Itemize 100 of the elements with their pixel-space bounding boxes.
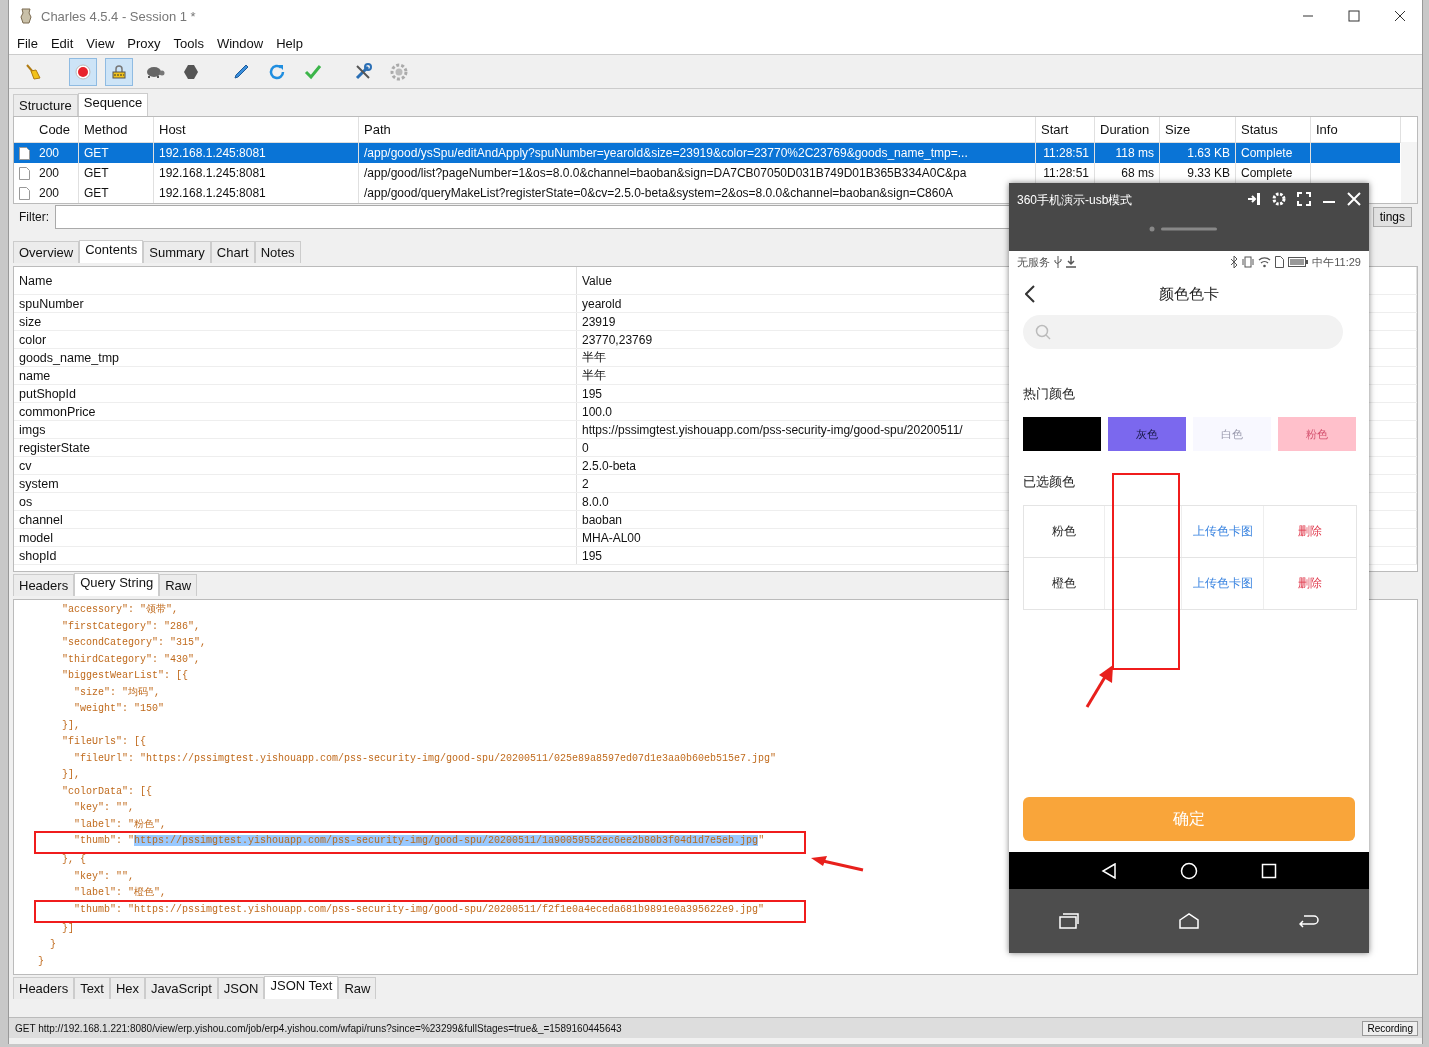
table-cell: /app/good/ysSpu/editAndApply?spuNumber=yearold&size=23919&color=23770%2C23769&goods_name_tmp=...: [364, 146, 968, 160]
back-icon[interactable]: [1025, 285, 1035, 303]
settings-icon[interactable]: [1272, 192, 1286, 206]
table-cell: 11:28:51: [1043, 146, 1089, 160]
table-cell: 11:28:51: [1043, 166, 1089, 180]
recording-button[interactable]: Recording: [1362, 1020, 1418, 1036]
table-cell: 68 ms: [1121, 166, 1154, 180]
tab[interactable]: Structure: [13, 94, 78, 116]
menu-item[interactable]: Tools: [173, 35, 204, 51]
table-cell: 半年: [582, 367, 606, 384]
table-cell: GET: [84, 166, 109, 180]
tab[interactable]: Summary: [143, 241, 211, 263]
menu-item[interactable]: Proxy: [127, 35, 161, 51]
table-cell: Complete: [1241, 146, 1293, 160]
menu-item[interactable]: Window: [216, 35, 264, 51]
toolbar-button[interactable]: [69, 57, 97, 86]
column-header[interactable]: Status: [1236, 117, 1311, 142]
drag-handle-icon[interactable]: [1149, 226, 1219, 232]
tab[interactable]: Contents: [79, 240, 144, 263]
search-field[interactable]: [1023, 315, 1343, 349]
return-icon[interactable]: [1299, 913, 1319, 929]
turtle-icon: [145, 64, 165, 79]
column-header[interactable]: Duration: [1095, 117, 1160, 142]
delete-link[interactable]: 删除: [1298, 576, 1322, 591]
table-cell: 192.168.1.245:8081: [159, 146, 266, 160]
tab[interactable]: Notes: [254, 241, 301, 263]
menu-item[interactable]: Edit: [50, 35, 74, 51]
column-header[interactable]: Size: [1160, 117, 1236, 142]
code-line: "biggestWearList": [{: [61, 669, 189, 683]
tab[interactable]: Chart: [210, 241, 255, 263]
table-cell: channel: [19, 512, 63, 527]
color-swatch[interactable]: [1023, 417, 1101, 451]
upload-link[interactable]: 上传色卡图: [1192, 576, 1253, 591]
table-cell: https://pssimgtest.yishouapp.com/pss-security-img/good-spu/20200511/: [582, 422, 963, 437]
code-line: "key": "",: [73, 801, 134, 815]
delete-link[interactable]: 删除: [1298, 524, 1322, 539]
fullscreen-icon[interactable]: [1297, 192, 1311, 206]
home-icon[interactable]: [1180, 861, 1198, 880]
hexagon-icon: [183, 63, 199, 80]
table-cell: system: [19, 476, 59, 491]
close-icon[interactable]: [1394, 10, 1406, 22]
tab[interactable]: Raw: [159, 574, 198, 596]
code-line: "thumb": "https://pssimgtest.yishouapp.com/pss-security-img/good-spu/20200511/1a90059552ec6ee2b80b3f04d1d7e5eb.jpg": [73, 834, 765, 848]
sim-icon: [1275, 256, 1285, 268]
vase-icon: [19, 8, 33, 24]
windows-icon[interactable]: [1059, 913, 1079, 929]
maximize-icon[interactable]: [1348, 10, 1360, 22]
menu-item[interactable]: View: [86, 35, 115, 51]
color-swatch[interactable]: 灰色: [1108, 417, 1186, 451]
tab[interactable]: Headers: [13, 574, 75, 596]
table-cell: GET: [84, 146, 109, 160]
table-cell: 粉色: [1052, 524, 1076, 539]
record-icon: [75, 63, 91, 80]
code-line: "secondCategory": "315",: [61, 636, 207, 650]
section-heading: 热门颜色: [1023, 385, 1075, 403]
tab[interactable]: Sequence: [77, 93, 149, 116]
scrollbar[interactable]: [1401, 142, 1417, 203]
filter-label: Filter:: [19, 210, 49, 224]
tab[interactable]: Text: [74, 977, 110, 999]
table-cell: 橙色: [1052, 576, 1076, 591]
table-row[interactable]: 200 GET 192.168.1.245:8081 /app/good/ysSpu/editAndApply?spuNumber=yearold&size=23919&color=23770%2C23769&goods_name_tmp=... 11:28:51 118 ms 1.63 KB Complete: [14, 143, 1400, 163]
code-line: "label": "粉色",: [73, 817, 167, 832]
table-cell: 2.5.0-beta: [582, 458, 637, 473]
tab[interactable]: JSON Text: [264, 976, 339, 999]
table-cell: 1.63 KB: [1187, 146, 1230, 160]
tools-icon: [354, 62, 372, 81]
toolbar-button[interactable]: [105, 57, 133, 86]
tab[interactable]: JSON: [217, 977, 265, 999]
column-header[interactable]: Name: [14, 267, 577, 294]
file-icon: [18, 146, 30, 160]
file-icon: [18, 186, 30, 200]
upload-link[interactable]: 上传色卡图: [1192, 524, 1253, 539]
menu-item[interactable]: Help: [276, 35, 303, 51]
column-header[interactable]: Code: [34, 117, 79, 142]
tab[interactable]: JavaScript: [145, 977, 218, 999]
column-header[interactable]: Method: [79, 117, 154, 142]
table-cell: imgs: [19, 422, 46, 437]
code-line: }],: [61, 768, 80, 782]
tab[interactable]: Query String: [74, 573, 160, 596]
code-line: "colorData": [{: [61, 784, 153, 799]
tab[interactable]: Hex: [110, 977, 146, 999]
tab[interactable]: Overview: [13, 241, 80, 263]
recents-icon[interactable]: [1261, 862, 1278, 879]
settings-button[interactable]: tings: [1372, 207, 1412, 227]
pin-icon[interactable]: [1247, 192, 1261, 206]
table-cell: 200: [39, 186, 60, 200]
home-icon[interactable]: [1179, 913, 1199, 929]
table-cell: goods_name_tmp: [19, 350, 120, 365]
column-header[interactable]: Path: [359, 117, 1036, 142]
tab[interactable]: Headers: [13, 977, 75, 999]
code-line: }]: [61, 921, 74, 936]
tab[interactable]: Raw: [338, 977, 377, 999]
table-cell: 195: [582, 386, 603, 401]
table-cell: 23919: [582, 314, 616, 329]
column-header[interactable]: Host: [154, 117, 359, 142]
table-cell: shopId: [19, 548, 57, 563]
status-text: GET http://192.168.1.221:8080/view/erp.yishou.com/job/erp4.yishou.com/wfapi/runs?since=%23299&fullStages=true&_=1589160445643: [15, 1022, 622, 1034]
column-header[interactable]: Info: [1311, 117, 1401, 142]
menu-item[interactable]: File: [17, 35, 38, 51]
column-header[interactable]: Start: [1036, 117, 1095, 142]
